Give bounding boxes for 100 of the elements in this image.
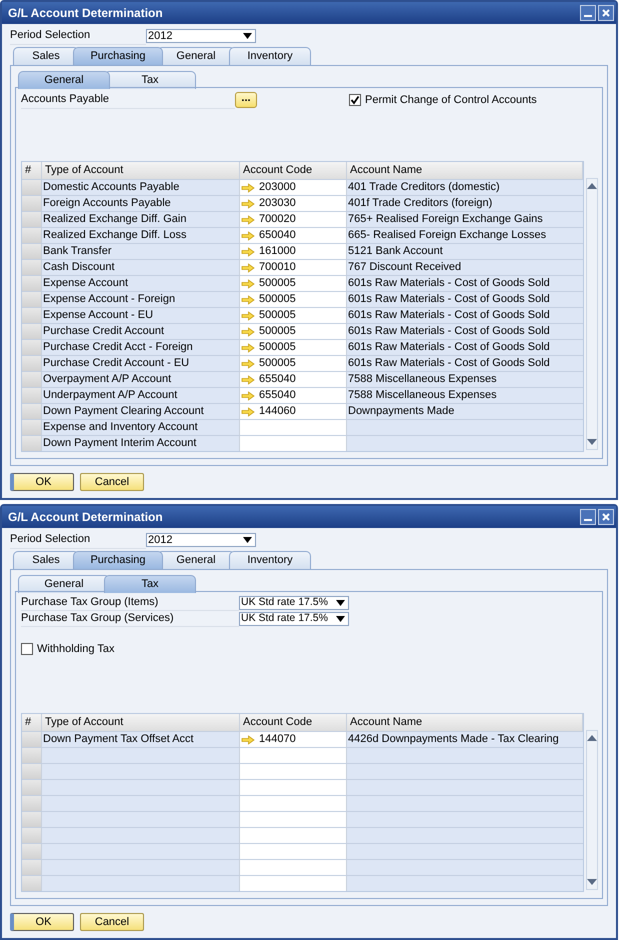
row-selector[interactable] xyxy=(22,196,42,211)
code-cell[interactable] xyxy=(240,748,347,763)
scrollbar[interactable] xyxy=(586,178,598,450)
code-cell[interactable] xyxy=(240,780,347,795)
scrollbar[interactable] xyxy=(586,730,598,890)
minimize-button[interactable] xyxy=(580,5,596,21)
arrow-icon[interactable] xyxy=(241,214,255,224)
tab[interactable]: Inventory xyxy=(229,47,311,65)
code-cell[interactable]: 161000 xyxy=(240,244,347,259)
code-cell[interactable]: 700010 xyxy=(240,260,347,275)
code-cell[interactable]: 203030 xyxy=(240,196,347,211)
row-selector[interactable] xyxy=(22,844,42,859)
tab[interactable]: Purchasing xyxy=(73,551,163,569)
code-cell[interactable]: 650040 xyxy=(240,228,347,243)
table-cell: 601s Raw Materials - Cost of Goods Sold xyxy=(347,308,583,323)
tab[interactable]: General xyxy=(18,71,110,89)
code-cell[interactable]: 144060 xyxy=(240,404,347,419)
table-cell: 765+ Realised Foreign Exchange Gains xyxy=(347,212,583,227)
row-selector[interactable] xyxy=(22,780,42,795)
arrow-icon[interactable] xyxy=(241,278,255,288)
row-selector[interactable] xyxy=(22,860,42,875)
code-cell[interactable] xyxy=(240,764,347,779)
row-selector[interactable] xyxy=(22,356,42,371)
row-selector[interactable] xyxy=(22,796,42,811)
arrow-icon[interactable] xyxy=(241,734,255,744)
close-button[interactable] xyxy=(598,509,614,525)
row-selector[interactable] xyxy=(22,436,42,451)
code-cell[interactable]: 655040 xyxy=(240,388,347,403)
arrow-icon[interactable] xyxy=(241,198,255,208)
code-cell[interactable] xyxy=(240,796,347,811)
tab[interactable]: Purchasing xyxy=(73,47,163,65)
row-selector[interactable] xyxy=(22,876,42,891)
code-cell[interactable]: 655040 xyxy=(240,372,347,387)
code-cell[interactable]: 500005 xyxy=(240,340,347,355)
row-selector[interactable] xyxy=(22,764,42,779)
cancel-button[interactable]: Cancel xyxy=(80,473,144,491)
row-selector[interactable] xyxy=(22,308,42,323)
close-button[interactable] xyxy=(598,5,614,21)
checkbox[interactable] xyxy=(21,643,33,656)
code-cell[interactable]: 500005 xyxy=(240,324,347,339)
arrow-icon[interactable] xyxy=(241,374,255,384)
arrow-icon[interactable] xyxy=(241,390,255,400)
arrow-icon[interactable] xyxy=(241,406,255,416)
arrow-icon[interactable] xyxy=(241,326,255,336)
row-selector[interactable] xyxy=(22,420,42,435)
code-cell[interactable]: 203000 xyxy=(240,180,347,195)
code-cell[interactable]: 500005 xyxy=(240,356,347,371)
code-cell[interactable] xyxy=(240,828,347,843)
row-selector[interactable] xyxy=(22,244,42,259)
scroll-up-icon[interactable] xyxy=(587,735,597,741)
ok-button[interactable]: OK xyxy=(10,473,74,491)
period-dropdown[interactable]: 2012 xyxy=(146,533,256,547)
tab[interactable]: Inventory xyxy=(229,551,311,569)
row-selector[interactable] xyxy=(22,812,42,827)
scroll-up-icon[interactable] xyxy=(587,183,597,189)
code-cell[interactable] xyxy=(240,420,347,435)
arrow-icon[interactable] xyxy=(241,230,255,240)
browse-button[interactable]: ... xyxy=(235,92,257,108)
row-selector[interactable] xyxy=(22,828,42,843)
minimize-button[interactable] xyxy=(580,509,596,525)
code-cell[interactable]: 700020 xyxy=(240,212,347,227)
code-cell[interactable] xyxy=(240,860,347,875)
scroll-down-icon[interactable] xyxy=(587,879,597,885)
checkbox[interactable] xyxy=(349,94,361,106)
row-selector[interactable] xyxy=(22,404,42,419)
dropdown[interactable]: UK Std rate 17.5% xyxy=(239,596,349,610)
arrow-icon[interactable] xyxy=(241,342,255,352)
arrow-icon[interactable] xyxy=(241,310,255,320)
code-cell[interactable] xyxy=(240,876,347,891)
code-cell[interactable]: 500005 xyxy=(240,308,347,323)
row-selector[interactable] xyxy=(22,260,42,275)
row-selector[interactable] xyxy=(22,388,42,403)
cancel-button[interactable]: Cancel xyxy=(80,913,144,931)
code-cell[interactable]: 144070 xyxy=(240,732,347,747)
row-selector[interactable] xyxy=(22,324,42,339)
code-cell[interactable]: 500005 xyxy=(240,292,347,307)
row-selector[interactable] xyxy=(22,212,42,227)
tab[interactable]: Tax xyxy=(104,575,196,593)
row-selector[interactable] xyxy=(22,180,42,195)
row-selector[interactable] xyxy=(22,292,42,307)
code-cell[interactable] xyxy=(240,844,347,859)
arrow-icon[interactable] xyxy=(241,358,255,368)
arrow-icon[interactable] xyxy=(241,294,255,304)
arrow-icon[interactable] xyxy=(241,246,255,256)
period-dropdown[interactable]: 2012 xyxy=(146,29,256,43)
arrow-icon[interactable] xyxy=(241,182,255,192)
row-selector[interactable] xyxy=(22,748,42,763)
code-cell[interactable]: 500005 xyxy=(240,276,347,291)
row-selector[interactable] xyxy=(22,372,42,387)
row-selector[interactable] xyxy=(22,228,42,243)
code-cell[interactable] xyxy=(240,436,347,451)
ok-button[interactable]: OK xyxy=(10,913,74,931)
arrow-icon[interactable] xyxy=(241,262,255,272)
row-selector[interactable] xyxy=(22,276,42,291)
dropdown[interactable]: UK Std rate 17.5% xyxy=(239,612,349,626)
code-cell[interactable] xyxy=(240,812,347,827)
row-selector[interactable] xyxy=(22,732,42,747)
row-selector[interactable] xyxy=(22,340,42,355)
table-cell: Purchase Credit Account - EU xyxy=(42,356,240,371)
scroll-down-icon[interactable] xyxy=(587,439,597,445)
